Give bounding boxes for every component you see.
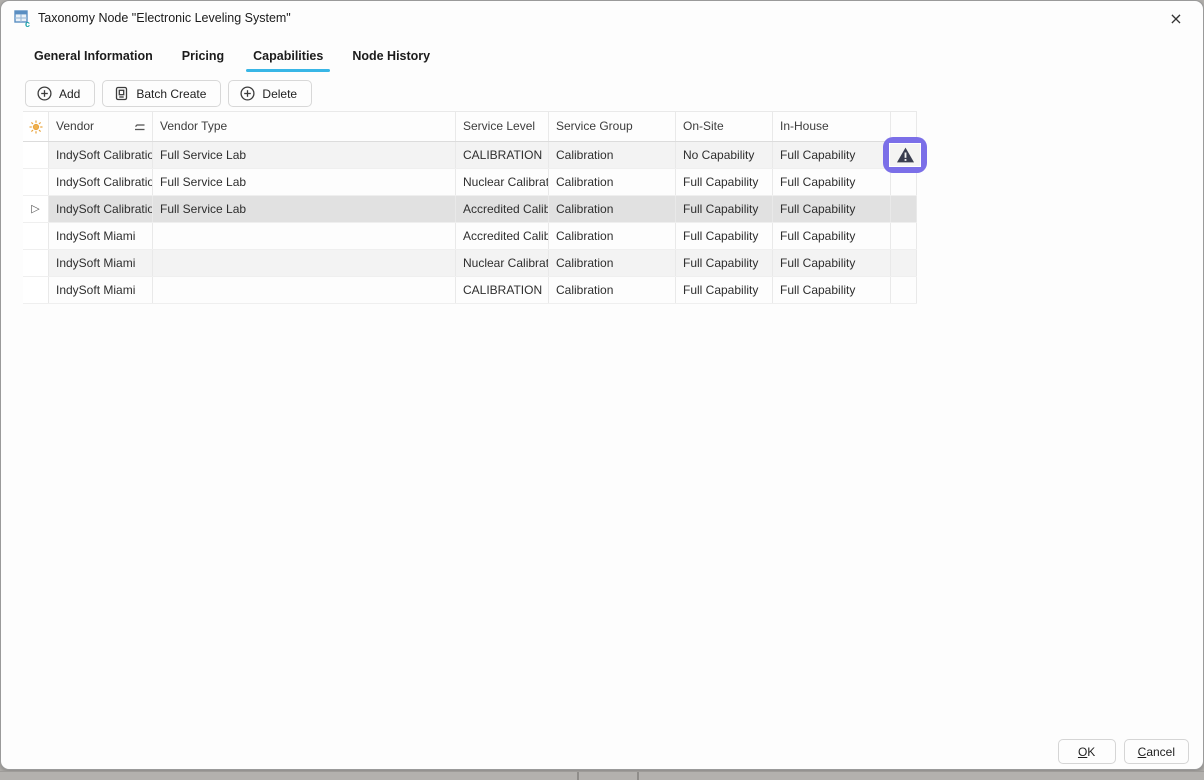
delete-button-label: Delete: [262, 87, 297, 101]
cell-in-house: Full Capability: [773, 169, 891, 195]
grid-flag-column-header[interactable]: [23, 112, 49, 141]
cell-status: [891, 277, 917, 303]
column-header-vendor-type[interactable]: Vendor Type: [153, 112, 456, 141]
sort-icon: [134, 122, 146, 132]
tab-bar: General Information Pricing Capabilities…: [34, 49, 430, 72]
cell-in-house: Full Capability: [773, 223, 891, 249]
tab-pricing[interactable]: Pricing: [182, 49, 224, 72]
cell-vendor-type: Full Service Lab: [153, 142, 456, 168]
background-window-edge: [0, 771, 1204, 779]
warning-status-button[interactable]: [883, 137, 927, 173]
warning-icon: [889, 143, 921, 167]
delete-button[interactable]: Delete: [228, 80, 312, 107]
cell-service-group: Calibration: [549, 196, 676, 222]
circle-plus-icon: [240, 86, 255, 101]
circle-plus-icon: [37, 86, 52, 101]
cell-in-house: Full Capability: [773, 277, 891, 303]
cell-status: [891, 196, 917, 222]
cell-vendor: IndySoft Calibration: [49, 196, 153, 222]
table-row-selected[interactable]: ▷ IndySoft Calibration Full Service Lab …: [23, 196, 917, 223]
cell-vendor-type: [153, 277, 456, 303]
cell-on-site: Full Capability: [676, 250, 773, 276]
table-row[interactable]: IndySoft Miami Nuclear Calibration Calib…: [23, 250, 917, 277]
svg-text:c: c: [25, 19, 30, 27]
cell-vendor: IndySoft Calibration: [49, 142, 153, 168]
batch-create-button[interactable]: Batch Create: [102, 80, 221, 107]
grid-header-row: Vendor Vendor Type Service Level Service…: [23, 112, 917, 142]
cell-service-group: Calibration: [549, 250, 676, 276]
current-row-indicator-icon: ▷: [23, 196, 48, 222]
cell-on-site: Full Capability: [676, 169, 773, 195]
ok-button[interactable]: OK: [1058, 739, 1116, 764]
cell-service-level: CALIBRATION: [456, 277, 549, 303]
table-row[interactable]: IndySoft Miami CALIBRATION Calibration F…: [23, 277, 917, 304]
cell-service-level: CALIBRATION: [456, 142, 549, 168]
row-indicator-cell: [23, 250, 49, 276]
column-header-vendor[interactable]: Vendor: [49, 112, 153, 141]
cell-on-site: No Capability: [676, 142, 773, 168]
cell-vendor-type: [153, 223, 456, 249]
titlebar: c Taxonomy Node "Electronic Leveling Sys…: [1, 1, 1203, 37]
column-header-service-group[interactable]: Service Group: [549, 112, 676, 141]
row-indicator-cell: ▷: [23, 196, 49, 222]
toolbar: Add Batch Create Delete: [25, 80, 312, 107]
cell-service-level: Nuclear Calibration: [456, 169, 549, 195]
cell-service-level: Accredited Calibration: [456, 196, 549, 222]
cell-vendor: IndySoft Calibration: [49, 169, 153, 195]
document-icon: [114, 86, 129, 101]
cell-in-house: Full Capability: [773, 196, 891, 222]
cell-vendor: IndySoft Miami: [49, 277, 153, 303]
cell-status: [891, 223, 917, 249]
column-header-service-level[interactable]: Service Level: [456, 112, 549, 141]
cell-service-group: Calibration: [549, 169, 676, 195]
cell-vendor-type: [153, 250, 456, 276]
cell-service-level: Accredited Calibration: [456, 223, 549, 249]
row-indicator-cell: [23, 169, 49, 195]
table-row[interactable]: IndySoft Calibration Full Service Lab CA…: [23, 142, 917, 169]
batch-create-button-label: Batch Create: [136, 87, 206, 101]
cell-on-site: Full Capability: [676, 223, 773, 249]
close-icon[interactable]: ×: [1163, 7, 1189, 31]
add-button[interactable]: Add: [25, 80, 95, 107]
tab-general-information[interactable]: General Information: [34, 49, 153, 72]
dialog-footer: OK Cancel: [1058, 739, 1189, 764]
sun-icon: [29, 120, 43, 134]
cell-on-site: Full Capability: [676, 196, 773, 222]
app-icon: c: [14, 10, 31, 27]
cell-in-house: Full Capability: [773, 142, 891, 168]
cell-on-site: Full Capability: [676, 277, 773, 303]
tab-node-history[interactable]: Node History: [352, 49, 430, 72]
cell-status: [891, 250, 917, 276]
row-indicator-cell: [23, 277, 49, 303]
cancel-button[interactable]: Cancel: [1124, 739, 1189, 764]
add-button-label: Add: [59, 87, 80, 101]
cell-service-group: Calibration: [549, 223, 676, 249]
cell-service-level: Nuclear Calibration: [456, 250, 549, 276]
cell-vendor-type: Full Service Lab: [153, 169, 456, 195]
column-header-on-site[interactable]: On-Site: [676, 112, 773, 141]
cell-vendor: IndySoft Miami: [49, 223, 153, 249]
taxonomy-node-dialog: c Taxonomy Node "Electronic Leveling Sys…: [0, 0, 1204, 770]
cell-vendor: IndySoft Miami: [49, 250, 153, 276]
cell-in-house: Full Capability: [773, 250, 891, 276]
cell-vendor-type: Full Service Lab: [153, 196, 456, 222]
row-indicator-cell: [23, 142, 49, 168]
table-row[interactable]: IndySoft Calibration Full Service Lab Nu…: [23, 169, 917, 196]
table-row[interactable]: IndySoft Miami Accredited Calibration Ca…: [23, 223, 917, 250]
tab-capabilities[interactable]: Capabilities: [253, 49, 323, 72]
row-indicator-cell: [23, 223, 49, 249]
capabilities-grid: Vendor Vendor Type Service Level Service…: [23, 111, 917, 304]
cell-service-group: Calibration: [549, 277, 676, 303]
column-header-in-house[interactable]: In-House: [773, 112, 891, 141]
cell-service-group: Calibration: [549, 142, 676, 168]
dialog-title: Taxonomy Node "Electronic Leveling Syste…: [38, 11, 291, 25]
